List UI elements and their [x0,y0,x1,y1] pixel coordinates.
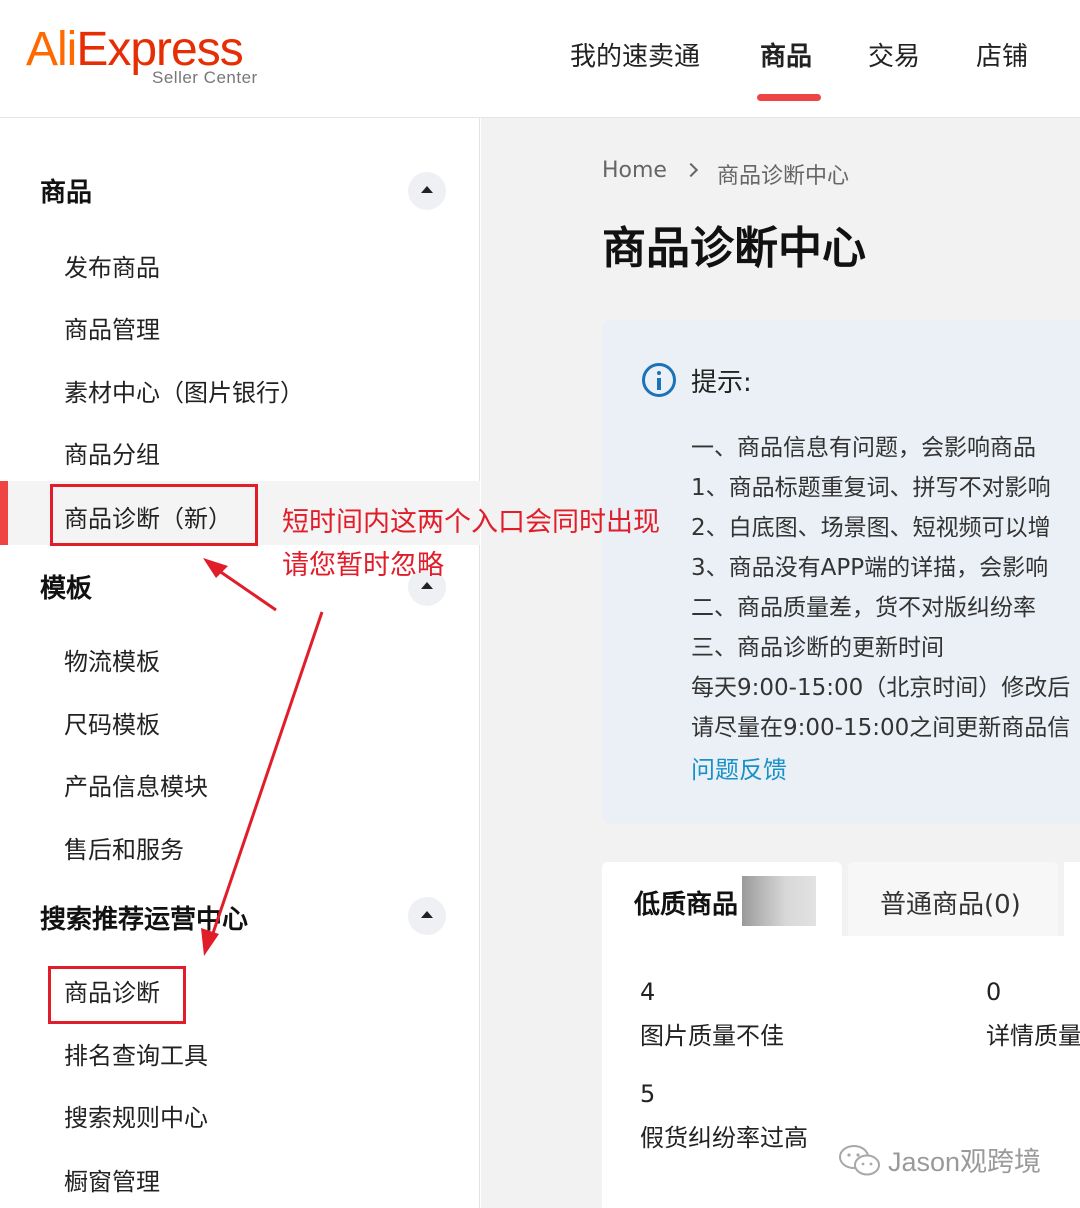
tab-low-quality[interactable]: 低质商品 [602,862,842,936]
page-title: 商品诊断中心 [602,223,866,274]
tip-line: 每天9:00-15:00（北京时间）修改后 [691,675,1071,701]
annotation-line-2: 请您暂时忽略 [282,550,444,581]
tip-line: 请尽量在9:00-15:00之间更新商品信 [691,715,1071,741]
top-header: AliExpress Seller Center 我的速卖通 商品 交易 店铺 [0,0,1080,118]
stat-label: 假货纠纷率过高 [640,1124,808,1152]
logo-brand-text: AliExpress [26,23,244,76]
tip-line: 1、商品标题重复词、拼写不对影响 [691,475,1051,501]
tab-label: 低质商品 [634,890,739,920]
aliexpress-logo[interactable]: AliExpress Seller Center [26,26,276,90]
tip-line: 二、商品质量差，货不对版纠纷率 [691,595,1036,621]
stat-label: 图片质量不佳 [640,1022,784,1050]
watermark-text: Jason观跨境 [888,1147,1042,1177]
tab-normal[interactable]: 普通商品(0) [848,862,1058,936]
sidebar-section-search-ops[interactable]: 搜索推荐运营中心 [40,899,248,936]
tip-line: 3、商品没有APP端的详描，会影响 [691,555,1049,581]
stat-count[interactable]: 4 [640,978,655,1006]
logo-sub-text: Seller Center [152,68,258,87]
tab-next-partial[interactable] [1064,862,1080,936]
sidebar-section-templates[interactable]: 模板 [40,568,92,605]
active-item-indicator [0,481,8,545]
sidebar-item-product-info-module[interactable]: 产品信息模块 [64,767,208,802]
collapse-up-icon[interactable] [408,172,446,210]
highlight-box-diagnosis-new [50,484,258,546]
sidebar-item-after-sales[interactable]: 售后和服务 [64,830,184,865]
sidebar-item-search-rules[interactable]: 搜索规则中心 [64,1098,208,1133]
chevron-right-icon [683,162,699,178]
topnav-my-aliexpress[interactable]: 我的速卖通 [570,36,700,76]
annotation-line-1: 短时间内这两个入口会同时出现 [282,507,660,538]
collapse-up-icon[interactable] [408,897,446,935]
sidebar-item-manage[interactable]: 商品管理 [64,310,160,345]
feedback-link[interactable]: 问题反馈 [691,750,787,785]
sidebar-item-publish[interactable]: 发布商品 [64,248,160,283]
blurred-count [742,876,816,926]
sidebar-item-size-template[interactable]: 尺码模板 [64,705,160,740]
wechat-icon [839,1145,880,1176]
tip-line: 2、白底图、场景图、短视频可以增 [691,515,1051,541]
tip-title: 提示: [691,368,752,398]
sidebar-item-groups[interactable]: 商品分组 [64,435,160,470]
topnav-products[interactable]: 商品 [760,36,812,76]
tip-line: 三、商品诊断的更新时间 [691,635,944,661]
breadcrumb-home[interactable]: Home [602,158,667,183]
tab-label: 普通商品(0) [880,890,1021,920]
highlight-box-diagnosis [48,966,186,1024]
breadcrumb-current: 商品诊断中心 [717,164,850,189]
sidebar-item-media-center[interactable]: 素材中心（图片银行） [64,373,304,408]
topnav-transactions[interactable]: 交易 [868,36,920,76]
stat-count[interactable]: 0 [986,978,1001,1006]
sidebar: 商品 发布商品 商品管理 素材中心（图片银行） 商品分组 商品诊断（新） 模板 … [0,118,480,1208]
tip-line: 一、商品信息有问题，会影响商品 [691,435,1036,461]
info-icon [642,363,676,397]
sidebar-item-logistics-template[interactable]: 物流模板 [64,642,160,677]
stat-label: 详情质量 [986,1022,1080,1050]
active-tab-indicator [757,94,821,101]
main-content: Home 商品诊断中心 商品诊断中心 提示: 一、商品信息有问题，会影响商品 1… [481,118,1080,1208]
sidebar-item-showcase[interactable]: 橱窗管理 [64,1162,160,1197]
sidebar-section-products[interactable]: 商品 [40,172,92,209]
sidebar-item-rank-query[interactable]: 排名查询工具 [64,1036,208,1071]
topnav-store[interactable]: 店铺 [976,36,1028,76]
tip-card: 提示: 一、商品信息有问题，会影响商品 1、商品标题重复词、拼写不对影响 2、白… [602,320,1080,824]
stat-count[interactable]: 5 [640,1080,655,1108]
